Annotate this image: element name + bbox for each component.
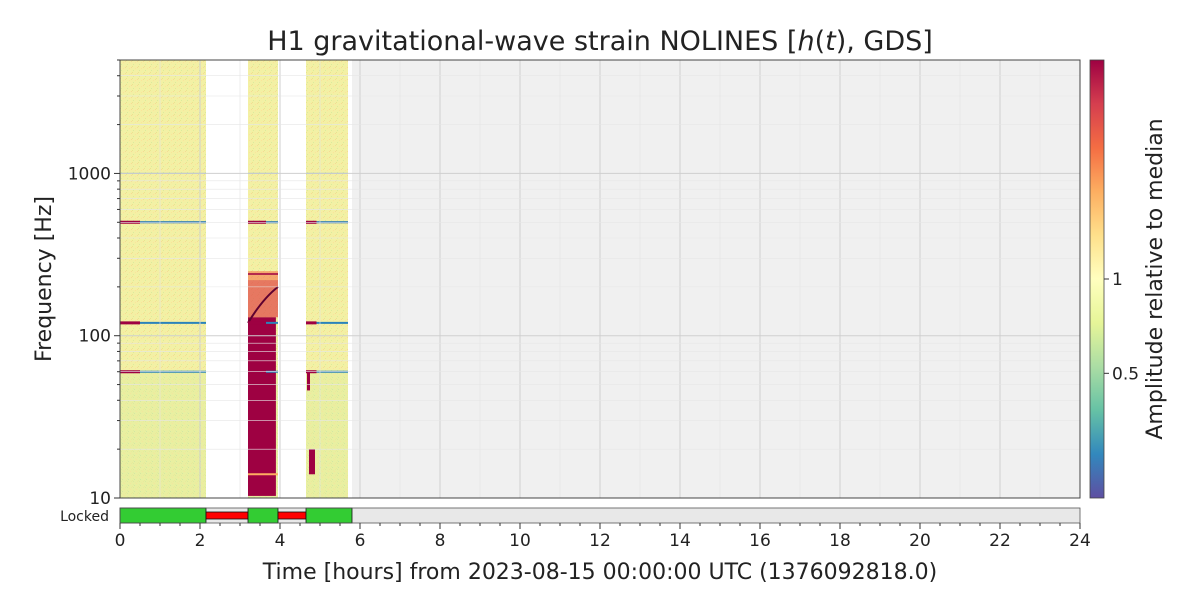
x-tick-label: 18 [829,531,851,551]
saturated-region [248,317,276,496]
data-segment [247,60,279,498]
colorbar-tick-label: 0.5 [1112,364,1139,384]
y-tick-label: 10 [89,489,111,509]
x-tick-label: 12 [589,531,611,551]
chart-title: H1 gravitational-wave strain NOLINES [h(… [267,26,933,57]
x-tick-label: 0 [115,531,126,551]
no-data-region [352,60,1080,498]
y-axis-label: Frequency [Hz] [32,196,57,362]
segment-lowfreq-band [120,371,206,498]
excess-blob [307,371,310,391]
state-segment [119,507,207,524]
x-tick-label: 10 [509,531,531,551]
x-tick-label: 14 [669,531,691,551]
y-tick-label: 100 [79,327,111,347]
x-tick-label: 4 [275,531,286,551]
transition-region [248,280,278,318]
x-tick-label: 8 [435,531,446,551]
figure: H1 gravitational-wave strain NOLINES [h(… [32,26,1168,585]
locked-state-bar: Locked [60,507,1081,525]
colorbar-tick-label: 1 [1112,270,1123,290]
x-tick-label: 6 [355,531,366,551]
state-segment [205,511,249,520]
x-axis-label: Time [hours] from 2023-08-15 00:00:00 UT… [262,560,937,585]
colorbar-gradient [1089,59,1105,499]
y-tick-label: 1000 [68,164,111,184]
x-tick-label: 22 [989,531,1011,551]
x-tick-label: 20 [909,531,931,551]
data-segment [120,60,206,498]
state-segment [247,507,279,524]
data-segment [306,60,348,498]
segment-lowfreq-band [306,371,348,498]
spectrogram-plot: 10 100 1000 [68,59,1081,509]
colorbar: 0.51 [1089,59,1139,499]
x-tick-label: 24 [1069,531,1091,551]
excess-blob [309,449,315,475]
x-tick-label: 2 [195,531,206,551]
state-segment [277,511,307,520]
colorbar-label: Amplitude relative to median [1143,118,1168,439]
state-segment [305,507,353,524]
state-bar-label: Locked [60,509,109,525]
x-tick-label: 16 [749,531,771,551]
